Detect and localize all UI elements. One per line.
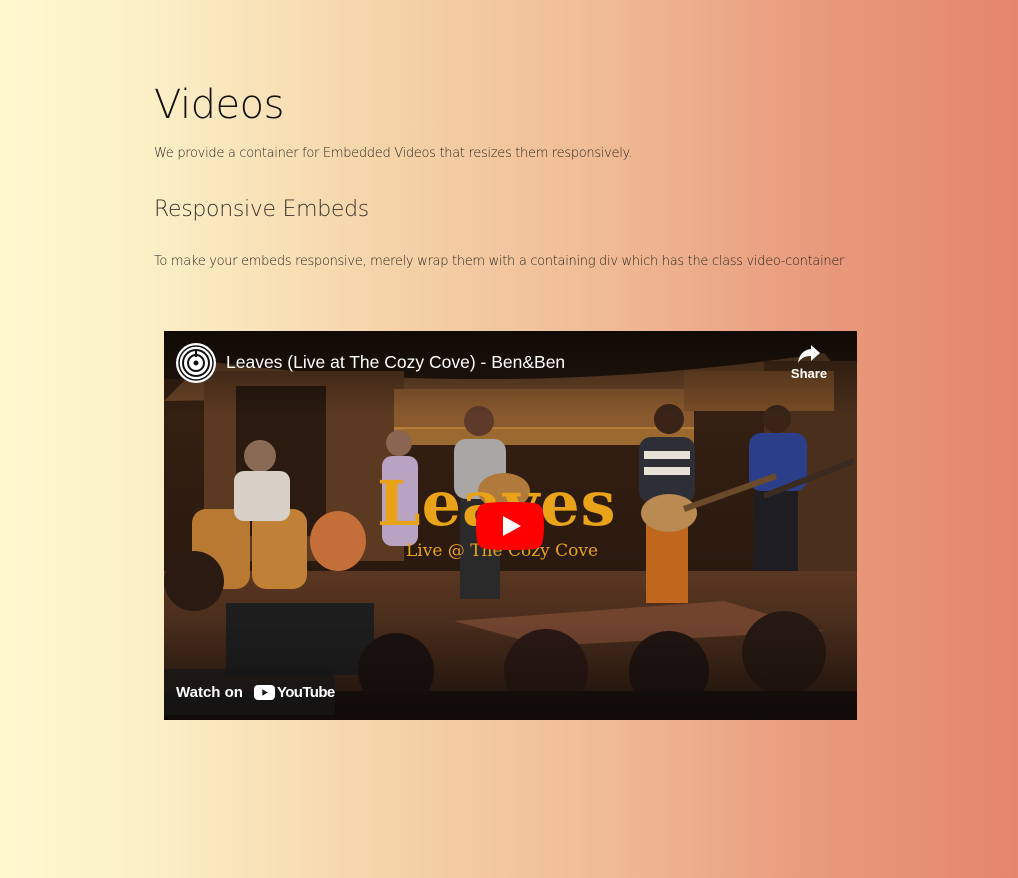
play-button[interactable] <box>476 502 544 550</box>
share-button[interactable]: Share <box>789 343 829 389</box>
play-icon <box>476 502 544 550</box>
share-icon <box>798 345 820 363</box>
section-text: To make your embeds responsive, merely w… <box>154 254 845 269</box>
channel-avatar-icon[interactable] <box>176 343 216 383</box>
share-label: Share <box>790 366 828 381</box>
video-title[interactable]: Leaves (Live at The Cozy Cove) - Ben&Ben <box>226 352 565 373</box>
intro-text: We provide a container for Embedded Vide… <box>154 146 632 161</box>
page-title: Videos <box>154 82 284 128</box>
section-title: Responsive Embeds <box>154 197 369 222</box>
watch-on-youtube-button[interactable]: Watch on YouTube <box>164 669 335 715</box>
video-embed[interactable]: Leaves (Live at The Cozy Cove) - Ben&Ben… <box>164 331 857 720</box>
youtube-wordmark: YouTube <box>276 683 335 701</box>
watch-on-label: Watch on <box>176 683 243 701</box>
youtube-logo-icon: YouTube <box>253 683 335 701</box>
